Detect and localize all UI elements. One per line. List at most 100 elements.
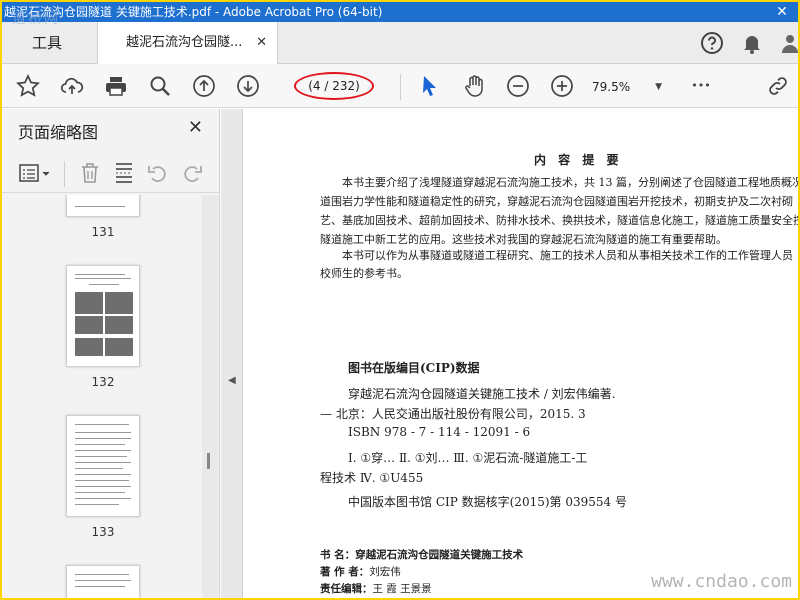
cip-line: 程技术 Ⅳ. ①U455 [320, 471, 424, 485]
highlight-ellipse [294, 72, 374, 100]
thumb-text-line [75, 462, 131, 463]
magnifier-icon[interactable] [148, 74, 172, 98]
thumb-text-line [75, 438, 131, 439]
book-info-label: 责任编辑： [320, 583, 373, 595]
thumb-toolbar-divider [64, 161, 65, 187]
minus-circle-icon[interactable] [506, 74, 530, 98]
thumb-text-line [75, 432, 131, 433]
thumb-text-line [75, 492, 125, 493]
thumb-text-line [75, 468, 123, 469]
main-toolbar: (4 / 232) 79.5% ▼ ••• [2, 64, 798, 108]
thumb-text-line [75, 444, 125, 445]
cip-line: — 北京：人民交通出版社股份有限公司，2015. 3 [320, 407, 586, 421]
hand-icon[interactable] [462, 74, 486, 98]
book-info-row: 责任编辑：王 霞 王景景 [320, 581, 432, 596]
book-info-label: 书 名： [320, 549, 356, 561]
chevron-down-icon: ▼ [655, 82, 662, 92]
thumbnail-label: 133 [91, 525, 115, 539]
abstract-line: 本书可以作为从事隧道或隧道工程研究、施工的技术人员和从事相关技术工作的工作管理人… [342, 249, 793, 262]
tab-close-button[interactable]: ✕ [256, 22, 267, 64]
abstract-line: 校师生的参考书。 [320, 267, 408, 280]
thumb-text-line [75, 206, 125, 207]
printer-icon[interactable] [104, 74, 128, 98]
link-icon[interactable] [766, 74, 790, 98]
thumb-text-line [75, 586, 125, 587]
panel-close-button[interactable]: ✕ [188, 117, 203, 138]
document-view[interactable]: 内 容 提 要 本书主要介绍了浅埋隧道穿越泥石流沟施工技术，共 13 篇，分别阐… [244, 109, 798, 598]
tab-bar: 工具 越泥石流沟仓园隧... ✕ [2, 22, 798, 65]
site-watermark-bottom: www.cndao.com [651, 571, 792, 592]
tab-tools[interactable]: 工具 [2, 22, 98, 64]
thumbnail-toolbar [2, 153, 220, 193]
book-info-row: 书 名：穿越泥石流沟仓园隧道关键施工技术 [320, 547, 523, 562]
thumb-text-line [75, 580, 131, 581]
thumb-photo [75, 338, 103, 356]
cloud-upload-icon[interactable] [60, 74, 84, 98]
bell-icon[interactable] [740, 31, 764, 55]
thumb-photo [75, 292, 103, 314]
rotate-left-icon[interactable] [146, 161, 170, 185]
thumb-photo [105, 292, 133, 314]
arrow-up-circle-icon[interactable] [192, 74, 216, 98]
collapse-left-icon[interactable]: ◀ [228, 375, 236, 386]
abstract-line: 道围岩力学性能和隧道稳定性的研究，穿越泥石流沟仓园隧道围岩开挖技术，初期支护及二… [320, 195, 793, 208]
book-info-row: 著 作 者：刘宏伟 [320, 564, 401, 579]
cip-line: ISBN 978 - 7 - 114 - 12091 - 6 [348, 425, 531, 439]
thumb-text-line [75, 574, 129, 575]
book-info-value: 穿越泥石流沟仓园隧道关键施工技术 [355, 549, 524, 561]
help-icon[interactable] [700, 31, 724, 55]
thumb-text-line [75, 486, 131, 487]
thumbnail-list: 131 132 133 [2, 195, 202, 598]
rotate-right-icon[interactable] [180, 161, 204, 185]
page-thumbnails-panel: 页面缩略图 ✕ 131 132 133 [2, 109, 220, 598]
tab-document[interactable]: 越泥石流沟仓园隧... ✕ [98, 22, 278, 65]
thumb-photo [105, 338, 133, 356]
abstract-line: 艺、基底加固技术、超前加固技术、防排水技术、换拱技术，隧道信息化施工，隧道施工质… [320, 214, 798, 227]
cursor-arrow-icon[interactable] [418, 74, 442, 98]
page-extract-icon[interactable] [112, 161, 136, 185]
window-close-button[interactable]: ✕ [766, 2, 798, 22]
page-number-field[interactable]: (4 / 232) [286, 72, 382, 100]
book-info-value: 王 霞 王景景 [372, 583, 432, 595]
abstract-line: 本书主要介绍了浅埋隧道穿越泥石流沟施工技术，共 13 篇，分别阐述了仓园隧道工程… [342, 176, 798, 189]
toolbar-divider [400, 74, 401, 100]
abstract-title: 内 容 提 要 [534, 153, 623, 167]
thumbnail-page[interactable] [66, 415, 140, 517]
star-icon[interactable] [16, 73, 40, 98]
site-watermark-top: 道桥网 [12, 11, 60, 27]
thumbnail-page[interactable] [66, 565, 140, 598]
thumbnail-label: 131 [91, 225, 115, 239]
panel-title: 页面缩略图 [18, 123, 99, 142]
user-icon[interactable] [778, 31, 798, 55]
thumbnail-options-icon[interactable] [18, 161, 54, 185]
cip-line: Ⅰ. ①穿… Ⅱ. ①刘… Ⅲ. ①泥石流-隧道施工-工 [348, 451, 588, 465]
thumb-photo [105, 316, 133, 334]
thumb-photo [75, 316, 103, 334]
scrollbar-thumb[interactable] [207, 453, 210, 469]
thumbnail-page[interactable] [66, 195, 140, 217]
trash-icon[interactable] [78, 161, 102, 185]
book-info-value: 刘宏伟 [369, 566, 401, 578]
thumb-text-line [75, 274, 125, 275]
tab-document-label: 越泥石流沟仓园隧... [126, 35, 243, 50]
thumbnail-label: 132 [91, 375, 115, 389]
thumb-text-line [75, 474, 131, 475]
thumb-text-line [75, 450, 131, 451]
more-tools-button[interactable]: ••• [688, 74, 714, 98]
cip-line: 中国版本图书馆 CIP 数据核字(2015)第 039554 号 [348, 495, 627, 509]
plus-circle-icon[interactable] [550, 74, 574, 98]
thumbnail-page[interactable] [66, 265, 140, 367]
thumb-text-line [75, 278, 131, 279]
cip-line: 穿越泥石流沟仓园隧道关键施工技术 / 刘宏伟编著. [348, 387, 616, 401]
thumb-text-line [75, 456, 127, 457]
arrow-down-circle-icon[interactable] [236, 74, 260, 98]
panel-collapse-strip[interactable]: ◀ [221, 109, 243, 598]
title-bar: 越泥石流沟仓园隧道 关键施工技术.pdf - Adobe Acrobat Pro… [2, 2, 798, 22]
window-title: 越泥石流沟仓园隧道 关键施工技术.pdf - Adobe Acrobat Pro… [4, 5, 383, 19]
thumb-text-line [75, 480, 129, 481]
zoom-value: 79.5% [592, 80, 631, 94]
thumb-text-line [75, 498, 131, 499]
zoom-dropdown[interactable]: 79.5% ▼ [592, 76, 662, 98]
thumbnail-scrollbar[interactable] [202, 195, 218, 598]
thumb-text-line [75, 504, 119, 505]
